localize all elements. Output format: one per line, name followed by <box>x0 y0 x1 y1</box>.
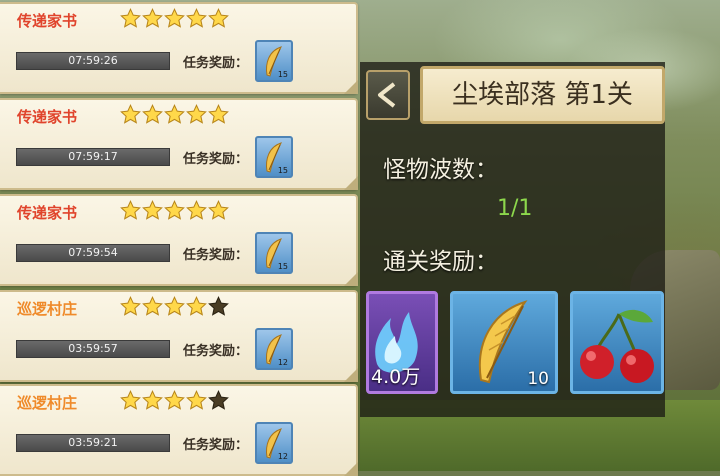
quest-timer-text: 07:59:54 <box>68 246 118 259</box>
quest-card[interactable]: 传递家书 07:59:17 任务奖励： 15 <box>0 98 358 190</box>
star-filled-icon <box>142 296 163 316</box>
quest-reward-count: 15 <box>277 166 288 175</box>
star-filled-icon <box>208 104 229 124</box>
wave-value: 1/1 <box>497 196 533 221</box>
quest-timer-bar: 07:59:26 <box>16 52 170 70</box>
reward-item-slot[interactable]: 4.0万 <box>366 291 438 394</box>
star-filled-icon <box>120 390 141 410</box>
back-button[interactable] <box>366 70 410 120</box>
star-filled-icon <box>186 390 207 410</box>
quest-title: 传递家书 <box>17 108 78 126</box>
reward-item-slot[interactable] <box>570 291 664 394</box>
star-filled-icon <box>208 8 229 28</box>
star-filled-icon <box>120 8 141 28</box>
reward-item-count: 4.0万 <box>371 366 421 388</box>
star-filled-icon <box>186 8 207 28</box>
quest-reward-count: 15 <box>277 262 288 271</box>
quest-timer-bar: 03:59:57 <box>16 340 170 358</box>
back-arrow-icon <box>378 82 396 108</box>
star-filled-icon <box>186 296 207 316</box>
quest-timer-text: 07:59:26 <box>68 54 118 67</box>
quest-title: 传递家书 <box>17 204 78 222</box>
quest-card[interactable]: 巡逻村庄 03:59:57 任务奖励： 12 <box>0 290 358 382</box>
quest-stars <box>120 296 229 317</box>
quest-stars <box>120 200 229 221</box>
clear-reward-label: 通关奖励： <box>383 249 498 275</box>
star-filled-icon <box>164 104 185 124</box>
star-filled-icon <box>120 200 141 220</box>
star-filled-icon <box>120 296 141 316</box>
quest-reward-label: 任务奖励： <box>183 344 249 359</box>
star-filled-icon <box>142 8 163 28</box>
quest-stars <box>120 104 229 125</box>
quest-reward-slot[interactable]: 12 <box>255 328 293 370</box>
quest-stars <box>120 8 229 29</box>
quest-timer-bar: 07:59:17 <box>16 148 170 166</box>
quest-card[interactable]: 传递家书 07:59:26 任务奖励： 15 <box>0 2 358 94</box>
quest-title: 巡逻村庄 <box>17 394 78 412</box>
star-empty-icon <box>208 390 229 410</box>
star-filled-icon <box>164 8 185 28</box>
quest-timer-text: 03:59:21 <box>68 436 118 449</box>
reward-item-count: 10 <box>527 369 549 389</box>
quest-title: 传递家书 <box>17 12 78 30</box>
star-filled-icon <box>142 390 163 410</box>
quest-reward-label: 任务奖励： <box>183 56 249 71</box>
star-filled-icon <box>120 104 141 124</box>
star-empty-icon <box>208 296 229 316</box>
quest-card[interactable]: 传递家书 07:59:54 任务奖励： 15 <box>0 194 358 286</box>
star-filled-icon <box>142 200 163 220</box>
star-filled-icon <box>186 104 207 124</box>
star-filled-icon <box>164 390 185 410</box>
cherry-icon <box>580 309 654 383</box>
quest-card[interactable]: 巡逻村庄 03:59:21 任务奖励： 12 <box>0 384 358 476</box>
quest-timer-text: 07:59:17 <box>68 150 118 163</box>
quest-reward-label: 任务奖励： <box>183 248 249 263</box>
stage-title-plate: 尘埃部落 第1关 <box>420 66 665 124</box>
quest-timer-bar: 03:59:21 <box>16 434 170 452</box>
star-filled-icon <box>142 104 163 124</box>
star-filled-icon <box>164 200 185 220</box>
wave-label: 怪物波数： <box>383 157 498 183</box>
quest-reward-label: 任务奖励： <box>183 438 249 453</box>
star-filled-icon <box>208 200 229 220</box>
stage-title: 尘埃部落 第1关 <box>452 80 633 110</box>
reward-item-slot[interactable]: 10 <box>450 291 558 394</box>
quest-timer-bar: 07:59:54 <box>16 244 170 262</box>
quest-title: 巡逻村庄 <box>17 300 78 318</box>
quest-reward-count: 12 <box>277 452 288 461</box>
quest-reward-label: 任务奖励： <box>183 152 249 167</box>
quest-stars <box>120 390 229 411</box>
star-filled-icon <box>164 296 185 316</box>
quest-reward-slot[interactable]: 15 <box>255 40 293 82</box>
quest-reward-slot[interactable]: 15 <box>255 232 293 274</box>
quest-reward-count: 15 <box>277 70 288 79</box>
star-filled-icon <box>186 200 207 220</box>
quest-timer-text: 03:59:57 <box>68 342 118 355</box>
quest-reward-slot[interactable]: 12 <box>255 422 293 464</box>
quest-reward-slot[interactable]: 15 <box>255 136 293 178</box>
quest-reward-count: 12 <box>277 358 288 367</box>
